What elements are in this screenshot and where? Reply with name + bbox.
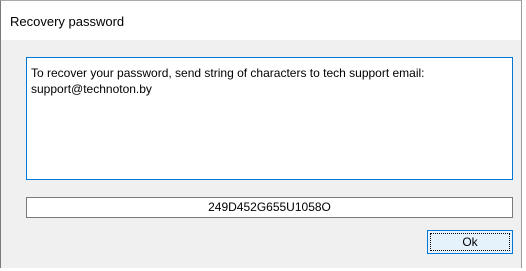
dialog-titlebar[interactable]: Recovery password — [1, 1, 521, 40]
dialog-title: Recovery password — [10, 14, 125, 29]
ok-button-label: Ok — [462, 235, 478, 249]
recovery-password-dialog: Recovery password To recover your passwo… — [0, 0, 522, 268]
recovery-message-textbox[interactable]: To recover your password, send string of… — [26, 57, 513, 180]
recovery-code-field[interactable]: 249D452G655U1058O — [26, 197, 513, 218]
ok-button[interactable]: Ok — [427, 230, 513, 254]
